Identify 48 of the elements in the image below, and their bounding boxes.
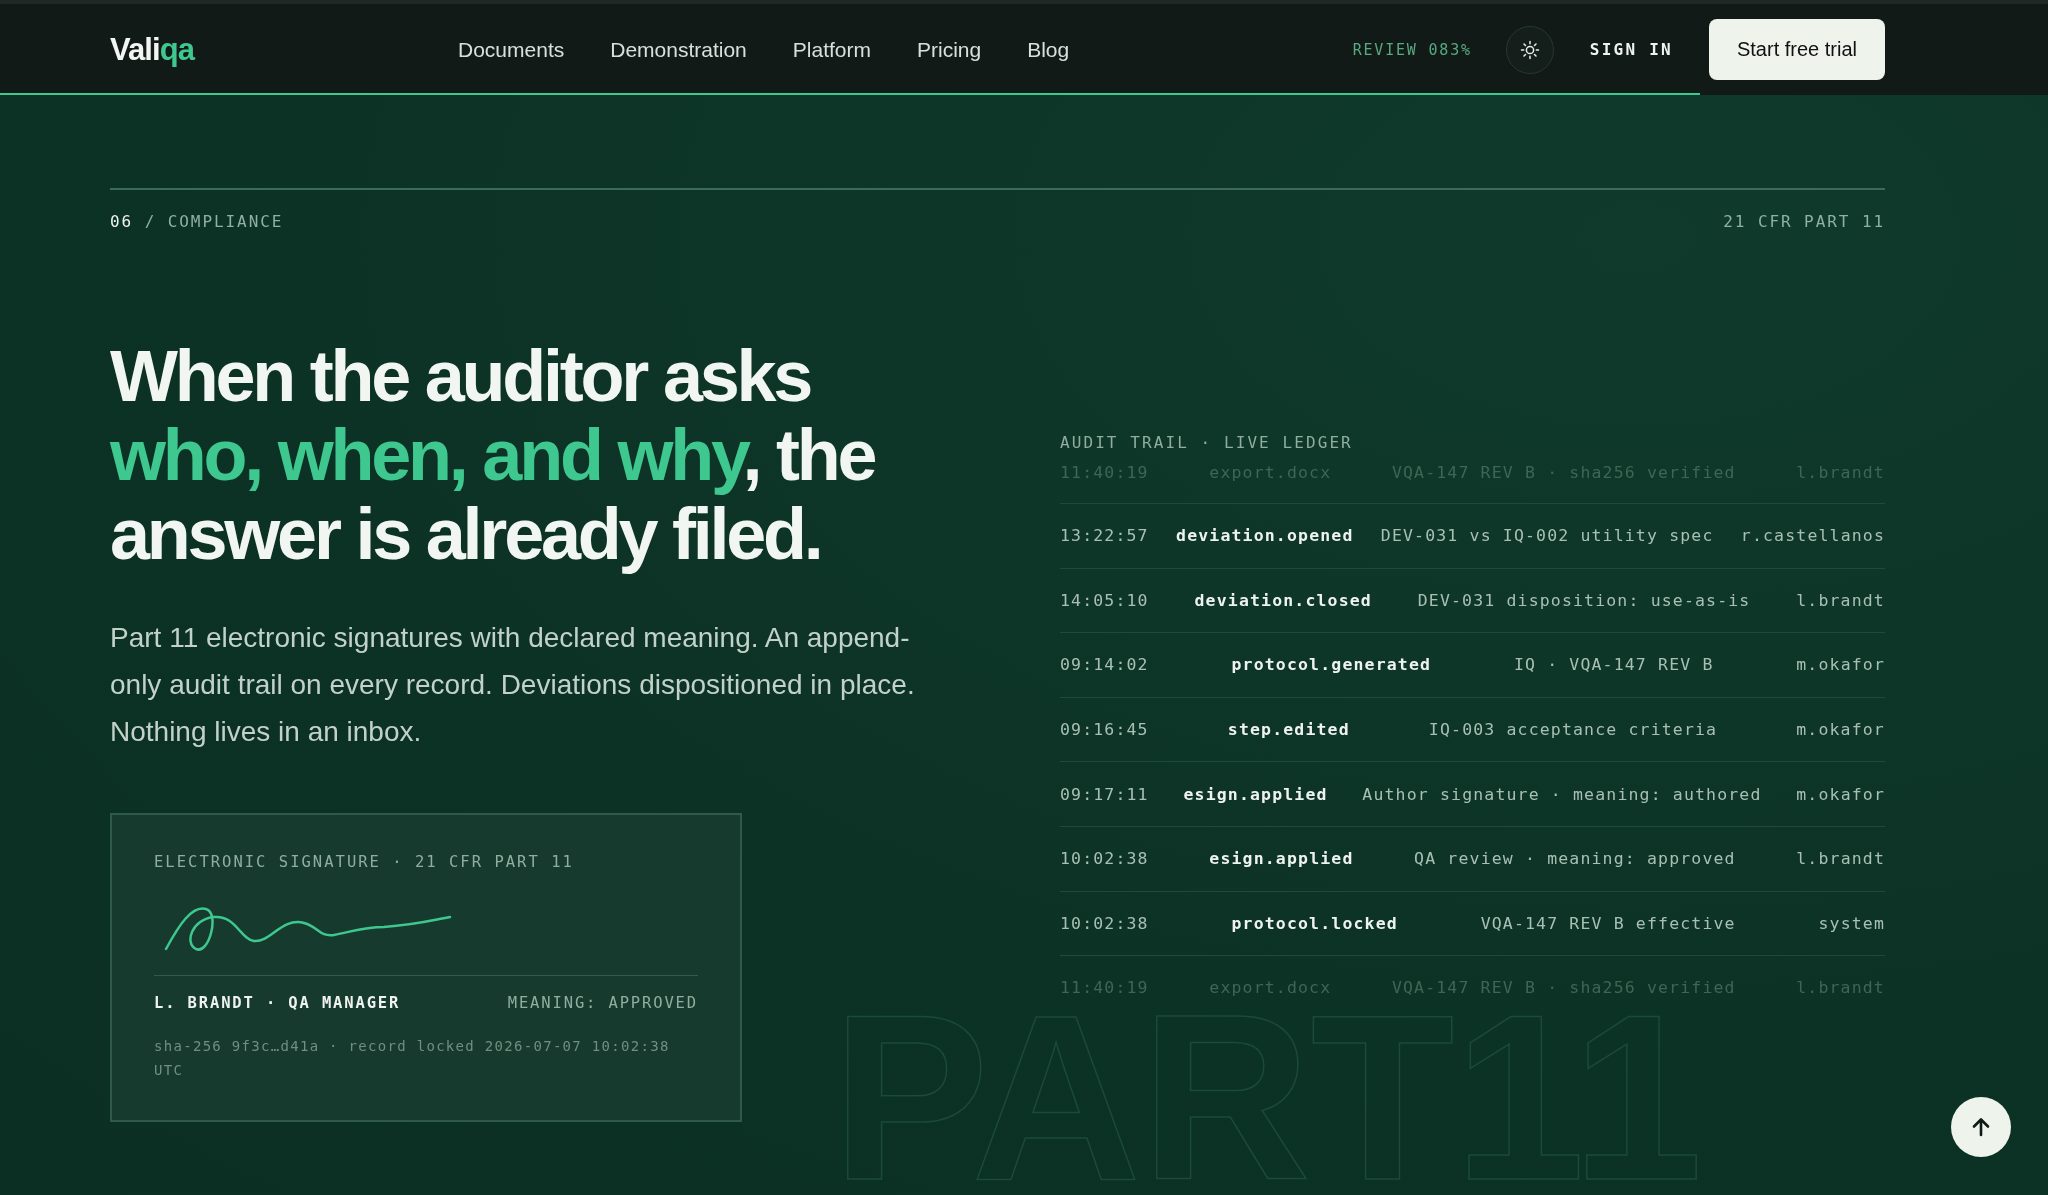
log-user: l.brandt — [1796, 590, 1885, 610]
log-event: protocol.locked — [1231, 913, 1398, 933]
log-user: r.castellanos — [1740, 526, 1885, 546]
log-time: 13:22:57 — [1060, 526, 1149, 546]
scroll-to-top-button[interactable] — [1951, 1097, 2011, 1157]
log-user: m.okafor — [1796, 720, 1885, 740]
log-detail: DEV-031 disposition: use-as-is — [1417, 590, 1751, 610]
log-event: protocol.generated — [1231, 655, 1432, 675]
log-user: l.brandt — [1796, 849, 1885, 869]
log-detail: IQ · VQA-147 REV B — [1513, 655, 1714, 675]
section-label: 06 / COMPLIANCE — [110, 212, 284, 231]
nav-link[interactable]: Pricing — [916, 37, 982, 62]
log-detail: QA review · meaning: approved — [1414, 849, 1736, 869]
ledger-title: AUDIT TRAIL · LIVE LEDGER — [1060, 433, 1354, 454]
log-detail: VQA-147 REV B effective — [1480, 913, 1736, 933]
log-detail: DEV-031 vs IQ-002 utility spec — [1380, 526, 1714, 546]
log-time: 10:02:38 — [1060, 913, 1149, 933]
log-detail: Author signature · meaning: authored — [1362, 784, 1762, 804]
log-time: 09:17:11 — [1060, 784, 1149, 804]
sun-icon — [1519, 39, 1540, 60]
log-time: 14:05:10 — [1060, 590, 1149, 610]
start-trial-button[interactable]: Start free trial — [1708, 19, 1885, 80]
log-event: esign.applied — [1183, 784, 1328, 804]
log-time: 09:16:45 — [1060, 720, 1149, 740]
record-hash-text: sha-256 9f3c…d41a · record locked 2026-07-07 10:02:38 UTC — [154, 1037, 671, 1080]
log-event: deviation.closed — [1194, 590, 1372, 610]
signature-meaning: MEANING: APPROVED — [507, 994, 698, 1012]
review-progress-label: REVIEW 083% — [1352, 40, 1472, 59]
nav-link[interactable]: Demonstration — [610, 37, 747, 62]
log-event: deviation.opened — [1176, 526, 1354, 546]
hero-paragraph: Part 11 electronic signatures with declared meaning. An append-only audit trail on every record. Deviations dispositioned in place. Nothing lives in an inbox. — [110, 621, 916, 749]
log-event: esign.applied — [1209, 849, 1354, 869]
signer-name: L. BRANDT · QA MANAGER — [154, 994, 401, 1012]
nav-link[interactable]: Platform — [792, 37, 871, 62]
log-user: m.okafor — [1796, 784, 1885, 804]
nav-link[interactable]: Documents — [458, 37, 565, 62]
section-reference: 21 CFR PART 11 — [1723, 212, 1885, 231]
log-time: 10:02:38 — [1060, 849, 1149, 869]
log-detail: IQ-003 acceptance criteria — [1428, 720, 1718, 740]
log-event: step.edited — [1227, 720, 1350, 740]
log-user: system — [1818, 913, 1885, 933]
card-title: ELECTRONIC SIGNATURE · 21 CFR PART 11 — [154, 853, 575, 871]
log-user: m.okafor — [1796, 655, 1885, 675]
log-time: 09:14:02 — [1060, 655, 1149, 675]
nav-link[interactable]: Blog — [1027, 37, 1070, 62]
hero-heading: When the auditor asks who, when, and why, the answer is already filed. — [110, 337, 876, 574]
brand-logo[interactable]: Valiqa — [110, 31, 458, 68]
sign-in-link[interactable]: SIGN IN — [1589, 40, 1673, 59]
